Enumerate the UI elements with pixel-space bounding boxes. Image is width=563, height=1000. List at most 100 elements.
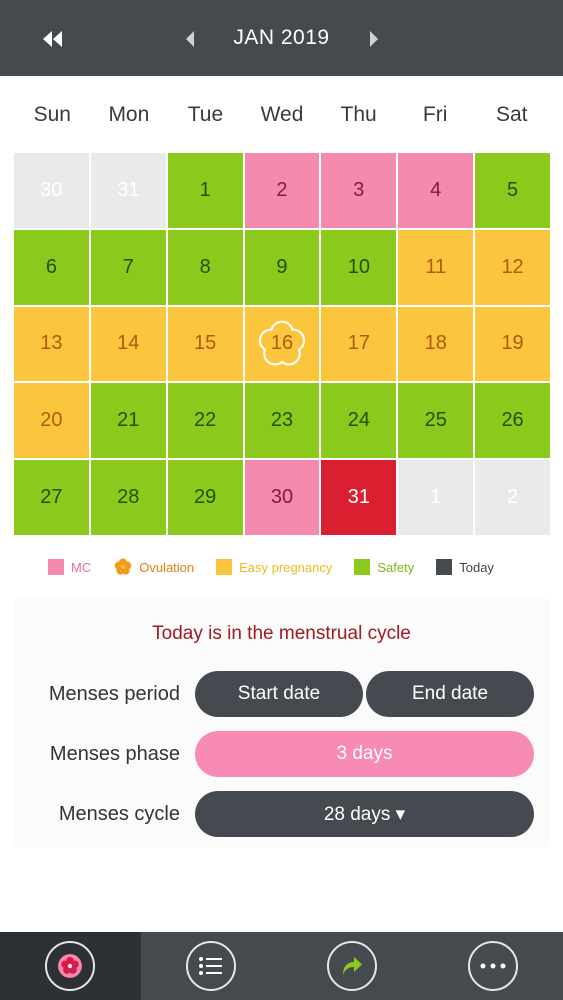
calendar-day-safety[interactable]: 5 <box>475 153 550 228</box>
weekday-header: Sun Mon Tue Wed Thu Fri Sat <box>14 100 550 132</box>
top-bar: JAN 2019 <box>0 0 563 76</box>
calendar-day-safety[interactable]: 26 <box>475 383 550 459</box>
tab-more-circle <box>467 941 518 991</box>
tab-list[interactable] <box>141 932 282 1000</box>
menses-cycle-label: Menses cycle <box>58 803 180 825</box>
easy-swatch <box>216 559 233 575</box>
flower-icon <box>114 558 132 575</box>
calendar-day-safety[interactable]: 7 <box>90 229 166 305</box>
calendar-day-out[interactable]: 31 <box>90 153 166 228</box>
calendar-day-easy[interactable]: 19 <box>475 306 550 382</box>
chevron-right-icon <box>370 31 378 47</box>
calendar-day-today[interactable]: 31 <box>321 460 397 535</box>
legend-ovulation-label: Ovulation <box>139 559 195 575</box>
back-to-today-button[interactable] <box>38 24 68 54</box>
menses-phase-button[interactable]: 3 days <box>195 731 534 777</box>
calendar-day-mc[interactable]: 4 <box>398 153 474 228</box>
calendar-day-easy[interactable]: 15 <box>167 306 243 382</box>
legend-mc: MC <box>48 559 91 575</box>
calendar-day-safety[interactable]: 28 <box>90 460 166 535</box>
calendar-day-safety[interactable]: 27 <box>14 460 89 535</box>
calendar-day-number: 29 <box>194 486 217 509</box>
month-title: JAN 2019 <box>233 26 330 49</box>
end-date-button[interactable]: End date <box>366 671 534 717</box>
next-month-button[interactable] <box>362 26 386 52</box>
calendar-day-number: 20 <box>40 409 63 432</box>
calendar-day-easy[interactable]: 18 <box>398 306 474 382</box>
weekday-sat: Sat <box>495 103 528 126</box>
calendar-day-number: 23 <box>270 409 294 432</box>
calendar-day-number: 1 <box>430 486 442 509</box>
calendar-day-easy[interactable]: 17 <box>321 306 397 382</box>
calendar-day-number: 13 <box>40 332 63 355</box>
menses-cycle-select[interactable]: 28 days ▾ <box>195 791 534 837</box>
tab-share-circle <box>326 941 377 991</box>
weekday-wed: Wed <box>260 103 304 126</box>
calendar-day-out[interactable]: 1 <box>398 460 474 535</box>
legend-today: Today <box>436 559 494 575</box>
calendar-day-safety[interactable]: 23 <box>244 383 320 459</box>
calendar-day-number: 1 <box>199 178 211 201</box>
calendar-day-easy[interactable]: 16 <box>244 306 320 382</box>
calendar-day-safety[interactable]: 9 <box>244 229 320 305</box>
calendar-day-number: 28 <box>117 486 140 509</box>
calendar-day-easy[interactable]: 20 <box>14 383 89 459</box>
calendar-day-mc[interactable]: 30 <box>244 460 320 535</box>
weekday-sun: Sun <box>33 103 71 126</box>
today-swatch <box>436 559 453 575</box>
legend-easy: Easy pregnancy <box>216 559 332 575</box>
bottom-tab-bar <box>0 932 563 1000</box>
calendar-day-safety[interactable]: 1 <box>167 153 243 228</box>
calendar-day-easy[interactable]: 11 <box>398 229 474 305</box>
calendar-day-number: 30 <box>40 178 63 201</box>
legend-ovulation: Ovulation <box>113 557 194 577</box>
legend-safety-label: Safety <box>377 559 415 575</box>
calendar-day-number: 18 <box>424 332 447 355</box>
calendar-day-safety[interactable]: 6 <box>14 229 89 305</box>
tab-more[interactable] <box>422 932 563 1000</box>
calendar-day-number: 22 <box>194 409 217 432</box>
calendar-day-mc[interactable]: 3 <box>321 153 397 228</box>
calendar-day-safety[interactable]: 29 <box>167 460 243 535</box>
calendar-day-number: 5 <box>507 178 519 201</box>
calendar-grid: 30 31 1 2 3 4 5 6 7 8 9 10 11 12 13 14 15 16 17 18 19 20 21 22 2… <box>14 153 550 535</box>
list-icon <box>199 957 223 975</box>
calendar-day-safety[interactable]: 22 <box>167 383 243 459</box>
start-date-button[interactable]: Start date <box>195 671 363 717</box>
previous-month-button[interactable] <box>178 26 202 52</box>
calendar-day-number: 31 <box>347 486 370 509</box>
calendar-day-number: 14 <box>117 332 140 355</box>
calendar-day-number: 25 <box>424 409 447 432</box>
weekday-tue: Tue <box>187 103 224 126</box>
calendar-day-easy[interactable]: 14 <box>90 306 166 382</box>
calendar-day-number: 17 <box>347 332 370 355</box>
flower-icon <box>58 954 83 978</box>
calendar-day-safety[interactable]: 8 <box>167 229 243 305</box>
calendar-day-safety[interactable]: 25 <box>398 383 474 459</box>
calendar-day-number: 6 <box>45 255 57 278</box>
calendar-day-number: 31 <box>117 178 140 201</box>
calendar-day-out[interactable]: 2 <box>475 460 550 535</box>
calendar-day-number: 30 <box>270 486 294 509</box>
calendar-day-safety[interactable]: 24 <box>321 383 397 459</box>
calendar-day-number: 4 <box>430 178 442 201</box>
calendar-day-mc[interactable]: 2 <box>244 153 320 228</box>
calendar-day-out[interactable]: 30 <box>14 153 89 228</box>
calendar-day-number: 27 <box>40 486 63 509</box>
calendar-day-safety[interactable]: 10 <box>321 229 397 305</box>
calendar-day-easy[interactable]: 12 <box>475 229 550 305</box>
share-arrow-icon <box>342 957 362 975</box>
cycle-status-text: Today is in the menstrual cycle <box>152 623 411 644</box>
more-icon <box>480 963 506 969</box>
weekday-thu: Thu <box>340 103 377 126</box>
legend-easy-label: Easy pregnancy <box>239 559 333 575</box>
tab-share[interactable] <box>282 932 423 1000</box>
legend-safety: Safety <box>354 559 414 575</box>
calendar-day-number: 7 <box>122 255 134 278</box>
calendar-day-number: 10 <box>347 255 370 278</box>
safety-swatch <box>354 559 371 575</box>
calendar-day-safety[interactable]: 21 <box>90 383 166 459</box>
tab-calendar[interactable] <box>0 932 141 1000</box>
calendar-day-easy[interactable]: 13 <box>14 306 89 382</box>
chevron-left-icon <box>186 31 194 47</box>
